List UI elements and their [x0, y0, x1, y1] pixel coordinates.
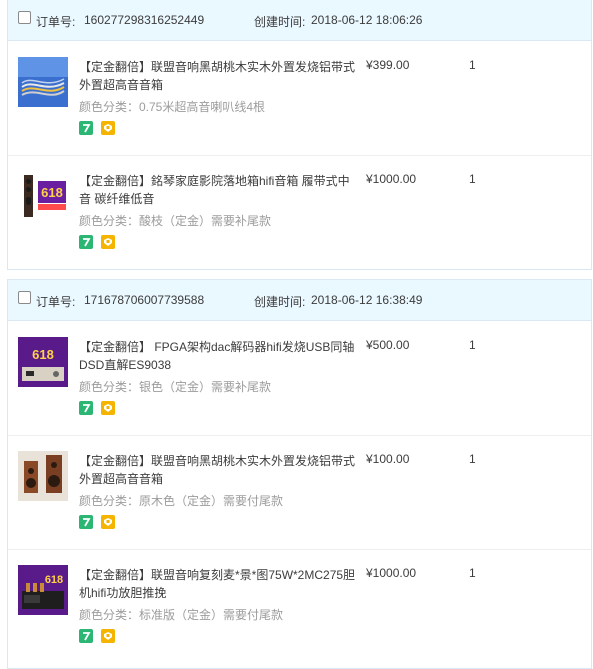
svg-text:618: 618: [41, 185, 63, 200]
item-price: ¥399.00: [366, 58, 410, 72]
order-select-checkbox[interactable]: [18, 11, 31, 24]
service-badges: [79, 235, 120, 251]
item-quantity: 1: [469, 172, 476, 186]
product-thumbnail[interactable]: [18, 57, 68, 107]
consumer-protection-icon[interactable]: [101, 515, 116, 529]
product-title-link[interactable]: 【定金翻倍】銘琴家庭影院落地箱hifi音箱 履带式中音 碳纤维低音: [79, 172, 359, 208]
order-item: 618 【定金翻倍】 FPGA架构dac解码器hifi发烧USB同轴DSD直解E…: [8, 321, 591, 436]
order-number: 171678706007739588: [84, 293, 205, 307]
item-price: ¥500.00: [366, 338, 410, 352]
sku-info: 颜色分类：原木色（定金）需要付尾款: [79, 494, 284, 508]
order-select-checkbox[interactable]: [18, 291, 31, 304]
order-item: 618 【定金翻倍】銘琴家庭影院落地箱hifi音箱 履带式中音 碳纤维低音 ¥1…: [8, 155, 591, 269]
order-number-label: 订单号:: [36, 295, 76, 309]
svg-text:618: 618: [45, 574, 63, 586]
created-time-label: 创建时间:: [254, 15, 306, 29]
item-quantity: 1: [469, 452, 476, 466]
order-header: 订单号: 171678706007739588 创建时间: 2018-06-12…: [8, 280, 591, 321]
product-title-link[interactable]: 【定金翻倍】 FPGA架构dac解码器hifi发烧USB同轴DSD直解ES903…: [79, 338, 359, 374]
item-price: ¥100.00: [366, 452, 410, 466]
order-item: 【定金翻倍】联盟音响黑胡桃木实木外置发烧铝带式外置超高音音箱 ¥100.00 1…: [8, 435, 591, 550]
consumer-protection-icon[interactable]: [101, 401, 116, 415]
product-thumbnail[interactable]: 618: [18, 565, 68, 615]
service-badges: [79, 515, 120, 531]
product-thumbnail[interactable]: 618: [18, 337, 68, 387]
consumer-protection-icon[interactable]: [101, 121, 116, 135]
seven-day-return-icon[interactable]: [79, 515, 93, 529]
service-badges: [79, 121, 120, 137]
sku-info: 颜色分类：酸枝（定金）需要补尾款: [79, 214, 272, 228]
service-badges: [79, 401, 120, 417]
item-quantity: 1: [469, 566, 476, 580]
item-quantity: 1: [469, 58, 476, 72]
sku-info: 颜色分类：银色（定金）需要补尾款: [79, 380, 272, 394]
product-title-link[interactable]: 【定金翻倍】联盟音响黑胡桃木实木外置发烧铝带式外置超高音音箱: [79, 452, 359, 488]
order-card: 订单号: 160277298316252449 创建时间: 2018-06-12…: [7, 0, 592, 270]
product-title-link[interactable]: 【定金翻倍】联盟音响黑胡桃木实木外置发烧铝带式外置超高音音箱: [79, 58, 359, 94]
order-number-label: 订单号:: [36, 15, 76, 29]
sku-info: 颜色分类：标准版（定金）需要付尾款: [79, 608, 284, 622]
order-number: 160277298316252449: [84, 13, 205, 27]
seven-day-return-icon[interactable]: [79, 235, 93, 249]
sku-info: 颜色分类：0.75米超高音喇叭线4根: [79, 100, 266, 114]
consumer-protection-icon[interactable]: [101, 629, 116, 643]
svg-text:618: 618: [32, 347, 54, 362]
service-badges: [79, 629, 120, 645]
created-time: 2018-06-12 16:38:49: [311, 293, 423, 307]
created-time: 2018-06-12 18:06:26: [311, 13, 423, 27]
product-title-link[interactable]: 【定金翻倍】联盟音响复刻麦*景*图75W*2MC275胆机hifi功放胆推挽: [79, 566, 359, 602]
product-thumbnail[interactable]: 618: [18, 171, 68, 221]
order-card: 订单号: 171678706007739588 创建时间: 2018-06-12…: [7, 279, 592, 669]
item-quantity: 1: [469, 338, 476, 352]
seven-day-return-icon[interactable]: [79, 121, 93, 135]
item-price: ¥1000.00: [366, 172, 417, 186]
seven-day-return-icon[interactable]: [79, 629, 93, 643]
seven-day-return-icon[interactable]: [79, 401, 93, 415]
product-thumbnail[interactable]: [18, 451, 68, 501]
order-item: 【定金翻倍】联盟音响黑胡桃木实木外置发烧铝带式外置超高音音箱 ¥399.00 1…: [8, 41, 591, 156]
created-time-label: 创建时间:: [254, 295, 306, 309]
consumer-protection-icon[interactable]: [101, 235, 116, 249]
order-header: 订单号: 160277298316252449 创建时间: 2018-06-12…: [8, 0, 591, 41]
item-price: ¥1000.00: [366, 566, 417, 580]
order-item: 618 【定金翻倍】联盟音响复刻麦*景*图75W*2MC275胆机hifi功放胆…: [8, 549, 591, 663]
